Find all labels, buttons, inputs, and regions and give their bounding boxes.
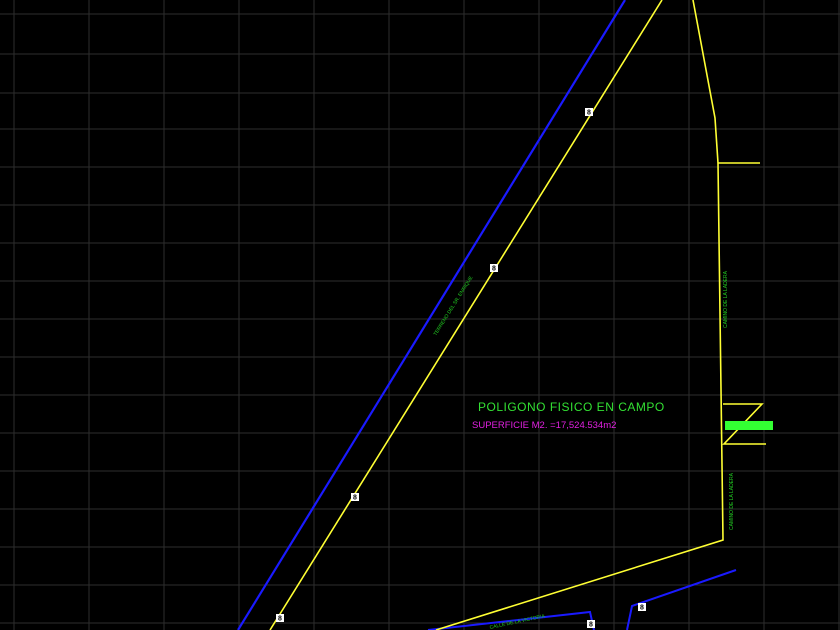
- drawing-viewport[interactable]: 8 8 8 8 8 8 TERRENO DEL SR. ENRIQUE CAMINO DE…: [0, 0, 840, 630]
- vertex-marker[interactable]: 8: [490, 264, 498, 273]
- green-entry-mark: [725, 421, 773, 430]
- road-label-right-upper: CAMINO DE LA LADERA: [723, 270, 729, 328]
- road-label-diagonal: TERRENO DEL SR. ENRIQUE: [433, 275, 475, 337]
- boundary-east-line[interactable]: [435, 0, 724, 630]
- blue-diagonal-line: [237, 0, 626, 630]
- vertex-markers: 8 8 8 8 8 8: [276, 108, 646, 629]
- blue-road-lines: [237, 0, 737, 630]
- drawing-grid: [0, 0, 840, 630]
- vertex-marker[interactable]: 8: [276, 614, 284, 623]
- boundary-polyline[interactable]: [269, 0, 663, 630]
- vertex-marker-label: 8: [353, 495, 357, 502]
- cad-canvas[interactable]: 8 8 8 8 8 8 TERRENO DEL SR. ENRIQUE CAMINO DE…: [0, 0, 840, 630]
- road-label-right-lower: CAMINO DE LA LADERA: [729, 472, 735, 530]
- vertex-marker-label: 8: [278, 616, 282, 623]
- vertex-marker-label: 8: [640, 605, 644, 612]
- blue-bottom-right-line: [626, 569, 737, 630]
- vertex-marker-label: 8: [587, 110, 591, 117]
- property-boundary[interactable]: [269, 0, 773, 630]
- vertex-marker-label: 8: [492, 266, 496, 273]
- vertex-marker[interactable]: 8: [587, 620, 595, 629]
- vertex-marker[interactable]: 8: [638, 603, 646, 612]
- vertex-marker[interactable]: 8: [585, 108, 593, 117]
- vertex-marker[interactable]: 8: [351, 493, 359, 502]
- vertex-marker-label: 8: [589, 622, 593, 629]
- drawing-title: POLIGONO FISICO EN CAMPO: [478, 400, 665, 414]
- area-label: SUPERFICIE M2. =17,524.534m2: [472, 420, 616, 431]
- road-labels: TERRENO DEL SR. ENRIQUE CAMINO DE LA LAD…: [433, 270, 735, 630]
